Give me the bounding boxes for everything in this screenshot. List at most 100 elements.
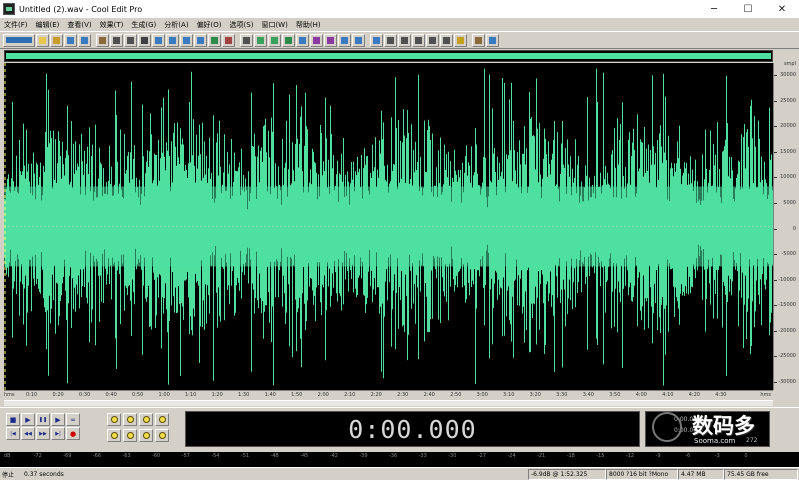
normalize-button[interactable] [268, 33, 281, 47]
stop-button[interactable]: ■ [6, 413, 20, 426]
undo-icon [113, 36, 120, 44]
maximize-button[interactable]: ☐ [731, 0, 765, 18]
amplify-button[interactable] [254, 33, 267, 47]
properties-button[interactable] [426, 33, 439, 47]
echo-button[interactable] [310, 33, 323, 47]
meter-scale-label: -6 [685, 453, 691, 459]
app-window: Untitled (2).wav - Cool Edit Pro ─ ☐ ✕ 文… [0, 0, 799, 480]
meter-scale-label: -39 [359, 453, 368, 459]
spectrum-icon [355, 36, 362, 44]
menu-edit[interactable]: 编辑(E) [36, 20, 60, 30]
horizontal-scrollbar[interactable] [4, 400, 773, 406]
cut-button[interactable] [138, 33, 151, 47]
menu-help[interactable]: 帮助(H) [296, 20, 321, 30]
pause-icon: ❚❚ [38, 416, 48, 423]
ruler-tick-label: 3:00 [476, 392, 488, 398]
waveform-graph[interactable] [4, 63, 773, 390]
close-button[interactable]: ✕ [765, 0, 799, 18]
meter-scale-label: -57 [181, 453, 190, 459]
amplitude-tick [774, 330, 777, 332]
overview-bar[interactable] [4, 50, 773, 62]
waveform-display[interactable] [4, 63, 773, 390]
zoom-in-vertical-icon [142, 432, 150, 439]
zoom-selection-button[interactable] [155, 413, 169, 426]
zoom-in-left-button[interactable] [107, 429, 121, 442]
script-button[interactable] [472, 33, 485, 47]
pause-button[interactable]: ❚❚ [36, 413, 50, 426]
menu-effects[interactable]: 效果(T) [100, 20, 124, 30]
loop-button[interactable]: ∞ [66, 413, 80, 426]
save-as-button[interactable] [78, 33, 91, 47]
silence-button[interactable] [240, 33, 253, 47]
undo-button[interactable] [110, 33, 123, 47]
play-button[interactable]: ▶ [21, 413, 35, 426]
trim-button[interactable] [208, 33, 221, 47]
meter-scale-label: -45 [300, 453, 309, 459]
normalize-icon [271, 36, 278, 44]
meter-scale-label: -12 [625, 453, 635, 459]
zoom-in-horizontal-button[interactable] [107, 413, 121, 426]
paste-button[interactable] [166, 33, 179, 47]
go-to-end-button[interactable]: ▶| [51, 427, 65, 440]
zoom-out-vertical-button[interactable] [155, 429, 169, 442]
minimize-button[interactable]: ─ [697, 0, 731, 18]
level-meter: dB -72 -69 -66 -63 -60 -57 -54 -51 -48 -45 -42 -39 -3… [0, 452, 799, 467]
amplitude-label: -5000 [781, 251, 796, 258]
close-file-button[interactable] [96, 33, 109, 47]
favorite-button[interactable] [454, 33, 467, 47]
fade-button[interactable] [296, 33, 309, 47]
amplitude-tick [774, 356, 777, 358]
menu-analyze[interactable]: 分析(A) [164, 20, 188, 30]
ruler-tick-label: 1:20 [211, 392, 223, 398]
save-button[interactable] [64, 33, 77, 47]
zoom-in-vertical-button[interactable] [139, 429, 153, 442]
menu-favorites[interactable]: 偏好(O) [197, 20, 222, 30]
paste-icon [169, 36, 176, 44]
envelope-button[interactable] [282, 33, 295, 47]
settings-button[interactable] [440, 33, 453, 47]
fast-forward-button[interactable]: ▶▶ [36, 427, 50, 440]
redo-button[interactable] [124, 33, 137, 47]
noise-button[interactable] [338, 33, 351, 47]
menu-view[interactable]: 查看(V) [67, 20, 91, 30]
mix-paste-button[interactable] [194, 33, 207, 47]
switch-view-button[interactable] [3, 33, 35, 47]
amplitude-tick [774, 382, 777, 383]
zoom-full-icon [142, 416, 150, 423]
time-ruler[interactable]: hms hms 0:10 0:20 0:30 0:40 0:50 1:00 1:10 1:20… [4, 390, 773, 400]
cue-list-button[interactable] [384, 33, 397, 47]
zoom-out-right-button[interactable] [123, 429, 137, 442]
favorite-icon [457, 36, 464, 44]
go-to-start-button[interactable]: |◀ [6, 427, 20, 440]
menu-file[interactable]: 文件(F) [4, 20, 28, 30]
overview-range[interactable] [6, 53, 771, 59]
frequency-button[interactable] [370, 33, 383, 47]
play-list-button[interactable] [398, 33, 411, 47]
delete-button[interactable] [222, 33, 235, 47]
record-button[interactable]: ● [66, 427, 80, 440]
help-button[interactable] [486, 33, 499, 47]
zoom-full-button[interactable] [139, 413, 153, 426]
status-size: 4.47 MB [678, 468, 724, 480]
new-button[interactable] [36, 33, 49, 47]
open-button[interactable] [50, 33, 63, 47]
play-from-cursor-button[interactable]: ▶ [51, 413, 65, 426]
current-time: 0:00.000 [348, 414, 477, 444]
menu-window[interactable]: 窗口(W) [261, 20, 287, 30]
copy-button[interactable] [152, 33, 165, 47]
paste-new-button[interactable] [180, 33, 193, 47]
play-list-icon [401, 36, 408, 44]
app-icon[interactable] [3, 3, 15, 15]
reverb-button[interactable] [324, 33, 337, 47]
spectrum-button[interactable] [352, 33, 365, 47]
rewind-button[interactable]: ◀◀ [21, 427, 35, 440]
info-button[interactable] [412, 33, 425, 47]
amplitude-label: 20000 [780, 123, 796, 130]
menu-options[interactable]: 选项(S) [230, 20, 254, 30]
meter-scale-label: -33 [418, 453, 427, 459]
status-duration: 0.37 seconds [24, 470, 64, 478]
zoom-out-horizontal-button[interactable] [123, 413, 137, 426]
menu-generate[interactable]: 生成(G) [131, 20, 156, 30]
new-icon [39, 36, 46, 44]
record-icon: ● [69, 429, 77, 438]
